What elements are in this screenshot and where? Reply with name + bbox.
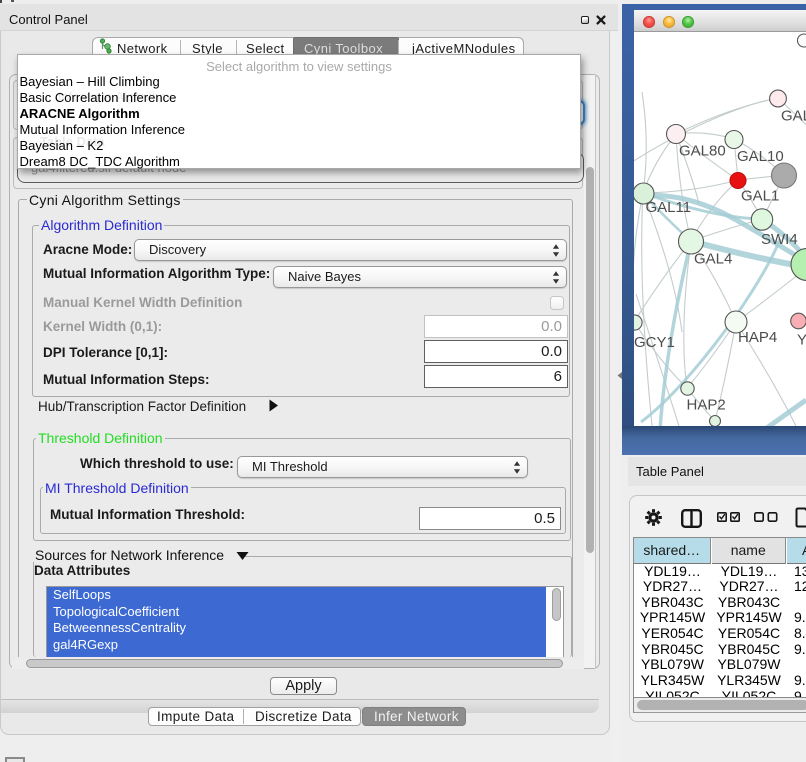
svg-text:GAL1: GAL1 <box>741 188 779 205</box>
svg-text:GAL4: GAL4 <box>694 251 732 268</box>
svg-text:GCY1: GCY1 <box>634 334 675 351</box>
svg-text:GAL7: GAL7 <box>781 108 806 125</box>
svg-text:GAL80: GAL80 <box>679 143 726 160</box>
svg-text:HAP4: HAP4 <box>738 329 777 346</box>
svg-text:HAP2: HAP2 <box>687 397 726 414</box>
svg-text:Y: Y <box>797 331 806 348</box>
svg-text:GAL11: GAL11 <box>646 199 692 216</box>
svg-text:SWI4: SWI4 <box>761 231 798 248</box>
svg-text:GAL10: GAL10 <box>737 148 784 165</box>
